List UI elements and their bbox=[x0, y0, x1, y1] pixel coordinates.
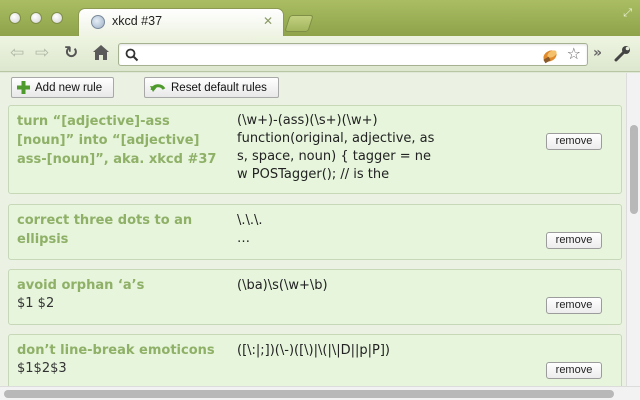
rule-replacement: $1$2$3 bbox=[17, 361, 67, 376]
reset-default-rules-label: Reset default rules bbox=[171, 81, 267, 94]
rule-pattern: (\ba)\s(\w+\b) bbox=[237, 278, 328, 293]
fullscreen-icon[interactable]: ⤢ bbox=[623, 6, 632, 20]
search-icon bbox=[125, 47, 139, 66]
rule-pattern: \.\.\. … bbox=[237, 213, 263, 246]
rule-card: correct three dots to an ellipsis \.\.\.… bbox=[8, 204, 622, 260]
browser-toolbar: ⇦ ⇨ ↻ ☆ » bbox=[0, 36, 640, 72]
address-bar[interactable]: ☆ bbox=[118, 43, 588, 66]
rule-card: avoid orphan ‘a’s $1 $2 (\ba)\s(\w+\b) r… bbox=[8, 269, 622, 325]
address-input[interactable] bbox=[143, 46, 523, 63]
wrench-icon[interactable] bbox=[614, 45, 632, 66]
horizontal-scrollbar[interactable] bbox=[0, 386, 640, 400]
close-tab-icon[interactable]: ✕ bbox=[263, 14, 273, 28]
options-page: Add new rule Reset default rules turn “[… bbox=[0, 73, 640, 400]
extensions-overflow-icon[interactable]: » bbox=[593, 45, 602, 61]
home-icon[interactable] bbox=[92, 44, 110, 65]
title-bar: xkcd #37 ✕ ⤢ bbox=[0, 0, 640, 36]
remove-rule-button[interactable]: remove bbox=[546, 297, 602, 314]
close-window-button[interactable] bbox=[9, 12, 21, 24]
extension-icon[interactable] bbox=[541, 46, 561, 68]
undo-arrow-icon bbox=[150, 83, 166, 92]
forward-arrow-icon[interactable]: ⇨ bbox=[35, 44, 49, 62]
tab-xkcd-37[interactable]: xkcd #37 ✕ bbox=[78, 8, 284, 36]
rule-pattern: ([\:|;])(\-)([\)|\(|\|D||p|P]) bbox=[237, 343, 390, 358]
bookmark-star-icon[interactable]: ☆ bbox=[567, 44, 581, 63]
rule-card: turn “[adjective]-ass [noun]” into “[adj… bbox=[8, 105, 622, 194]
rule-pattern: (\w+)-(ass)(\s+)(\w+) function(original,… bbox=[237, 113, 435, 182]
reset-default-rules-button[interactable]: Reset default rules bbox=[144, 77, 279, 98]
tab-title: xkcd #37 bbox=[112, 14, 163, 28]
horizontal-scroll-thumb[interactable] bbox=[4, 390, 614, 398]
new-tab-button[interactable] bbox=[284, 15, 314, 32]
rule-title: turn “[adjective]-ass [noun]” into “[adj… bbox=[17, 114, 217, 167]
rule-actions: Add new rule Reset default rules bbox=[0, 73, 626, 101]
remove-rule-button[interactable]: remove bbox=[546, 232, 602, 249]
rule-title: correct three dots to an ellipsis bbox=[17, 213, 193, 247]
remove-rule-button[interactable]: remove bbox=[546, 362, 602, 379]
add-new-rule-button[interactable]: Add new rule bbox=[11, 77, 114, 98]
plus-icon bbox=[17, 81, 30, 94]
reload-icon[interactable]: ↻ bbox=[64, 44, 78, 62]
minimize-window-button[interactable] bbox=[30, 12, 42, 24]
rule-title: avoid orphan ‘a’s bbox=[17, 278, 145, 293]
remove-rule-button[interactable]: remove bbox=[546, 133, 602, 150]
globe-icon bbox=[91, 15, 105, 29]
vertical-scrollbar[interactable] bbox=[626, 73, 640, 386]
zoom-window-button[interactable] bbox=[51, 12, 63, 24]
vertical-scroll-thumb[interactable] bbox=[630, 125, 638, 214]
rule-card: don’t line-break emoticons $1$2$3 ([\:|;… bbox=[8, 334, 622, 394]
back-arrow-icon[interactable]: ⇦ bbox=[10, 44, 24, 62]
add-new-rule-label: Add new rule bbox=[35, 81, 103, 94]
rule-title: don’t line-break emoticons bbox=[17, 343, 215, 358]
rule-replacement: $1 $2 bbox=[17, 296, 55, 311]
